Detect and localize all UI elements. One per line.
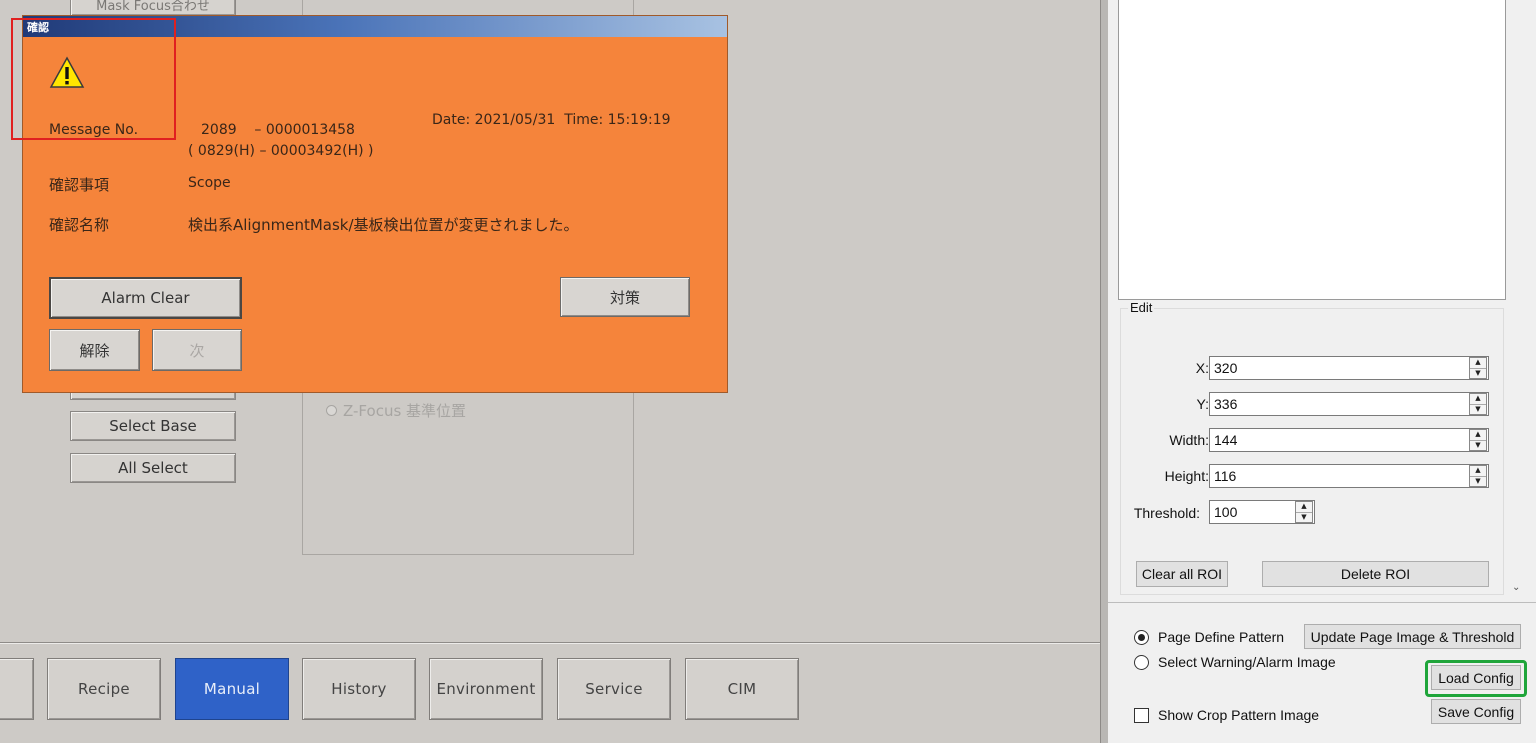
y-label: Y: [1196,396,1209,412]
clear-all-roi-label: Clear all ROI [1141,566,1223,582]
spin-up-icon[interactable]: ▲ [1470,466,1486,477]
delete-roi-button[interactable]: Delete ROI [1262,561,1489,587]
release-button[interactable]: 解除 [49,329,140,371]
release-button-label: 解除 [79,341,110,360]
tab-cim[interactable]: CIM [685,658,799,720]
mask-focus-button[interactable]: Mask Focus合わせ [70,0,236,16]
y-input[interactable]: 336 [1209,392,1489,416]
tab-blank[interactable] [0,658,34,720]
spin-up-icon[interactable]: ▲ [1470,430,1486,441]
mask-focus-button-label: Mask Focus合わせ [96,0,210,14]
image-preview-area [1118,0,1506,300]
tab-bar-separator [0,642,1100,644]
radio-unselected-icon [1134,654,1149,670]
alarm-clear-button[interactable]: Alarm Clear [49,277,242,319]
all-select-button[interactable]: All Select [70,453,236,483]
spin-down-icon[interactable]: ▼ [1470,441,1486,451]
save-config-label: Save Config [1437,703,1515,720]
height-spinner[interactable]: ▲ ▼ [1469,465,1487,487]
height-input[interactable]: 116 [1209,464,1489,488]
y-spinner[interactable]: ▲ ▼ [1469,393,1487,415]
width-input[interactable]: 144 [1209,428,1489,452]
radio-icon [326,405,337,416]
z-focus-radio-label: Z-Focus 基準位置 [343,402,467,420]
next-button-label: 次 [189,341,205,360]
tab-environment[interactable]: Environment [429,658,543,720]
tab-manual[interactable]: Manual [175,658,289,720]
green-highlight-box [1425,660,1527,697]
update-page-image-button[interactable]: Update Page Image & Threshold [1304,624,1521,649]
x-spinner[interactable]: ▲ ▼ [1469,357,1487,379]
checkbox-icon [1134,707,1149,723]
x-input[interactable]: 320 [1209,356,1489,380]
tab-cim-label: CIM [727,680,757,698]
panel-scrollbar[interactable]: ⌄ [1506,0,1528,600]
date-time-text: Date: 2021/05/31 Time: 15:19:19 [432,112,671,128]
message-no-hex: ( 0829(H) – 00003492(H) ) [188,143,374,159]
radio-page-define-label: Page Define Pattern [1158,629,1285,645]
countermeasure-button[interactable]: 対策 [560,277,690,317]
spin-down-icon[interactable]: ▼ [1470,369,1486,379]
show-crop-label: Show Crop Pattern Image [1158,707,1320,723]
select-base-button[interactable]: Select Base [70,411,236,441]
confirm-name-label: 確認名称 [49,216,110,234]
window-splitter[interactable] [1100,0,1108,743]
spin-down-icon[interactable]: ▼ [1296,513,1312,523]
red-highlight-box [11,18,176,140]
x-label: X: [1195,360,1209,376]
radio-page-define-pattern[interactable]: Page Define Pattern [1134,629,1284,645]
spin-up-icon[interactable]: ▲ [1470,358,1486,369]
height-label: Height: [1164,468,1209,484]
tab-service[interactable]: Service [557,658,671,720]
threshold-label: Threshold: [1133,505,1200,521]
tab-history[interactable]: History [302,658,416,720]
radio-select-warning-label: Select Warning/Alarm Image [1158,654,1336,670]
show-crop-pattern-checkbox[interactable]: Show Crop Pattern Image [1134,707,1319,723]
select-base-button-label: Select Base [109,417,197,435]
all-select-button-label: All Select [118,459,188,477]
alarm-clear-button-label: Alarm Clear [101,289,190,307]
next-button[interactable]: 次 [152,329,242,371]
spin-up-icon[interactable]: ▲ [1470,394,1486,405]
radio-selected-icon [1134,629,1149,645]
confirm-name-value: 検出系AlignmentMask/基板検出位置が変更されました。 [188,216,579,234]
countermeasure-button-label: 対策 [609,288,640,307]
confirm-item-label: 確認事項 [49,176,110,194]
tab-environment-label: Environment [436,680,536,698]
edit-group-label: Edit [1128,300,1155,315]
tab-recipe[interactable]: Recipe [47,658,161,720]
spin-up-icon[interactable]: ▲ [1296,502,1312,513]
tab-recipe-label: Recipe [78,680,130,698]
radio-select-warning-image[interactable]: Select Warning/Alarm Image [1134,654,1336,670]
tab-service-label: Service [585,680,643,698]
message-no-value: 2089 – 0000013458 [201,122,355,138]
width-label: Width: [1169,432,1209,448]
spin-down-icon[interactable]: ▼ [1470,477,1486,487]
threshold-spinner[interactable]: ▲ ▼ [1295,501,1313,523]
save-config-button[interactable]: Save Config [1431,699,1521,724]
z-focus-radio[interactable]: Z-Focus 基準位置 [326,400,466,421]
update-page-image-label: Update Page Image & Threshold [1310,628,1515,645]
tab-manual-label: Manual [203,680,261,698]
tab-history-label: History [331,680,387,698]
delete-roi-label: Delete ROI [1340,566,1411,582]
scroll-down-icon[interactable]: ⌄ [1512,582,1520,593]
clear-all-roi-button[interactable]: Clear all ROI [1136,561,1228,587]
spin-down-icon[interactable]: ▼ [1470,405,1486,415]
confirm-item-value: Scope [188,175,231,191]
width-spinner[interactable]: ▲ ▼ [1469,429,1487,451]
roi-config-panel: ⌄ Edit X: 320 ▲ ▼ Y: 336 ▲ ▼ Width: 144 ▲ ▼… [1108,0,1536,743]
